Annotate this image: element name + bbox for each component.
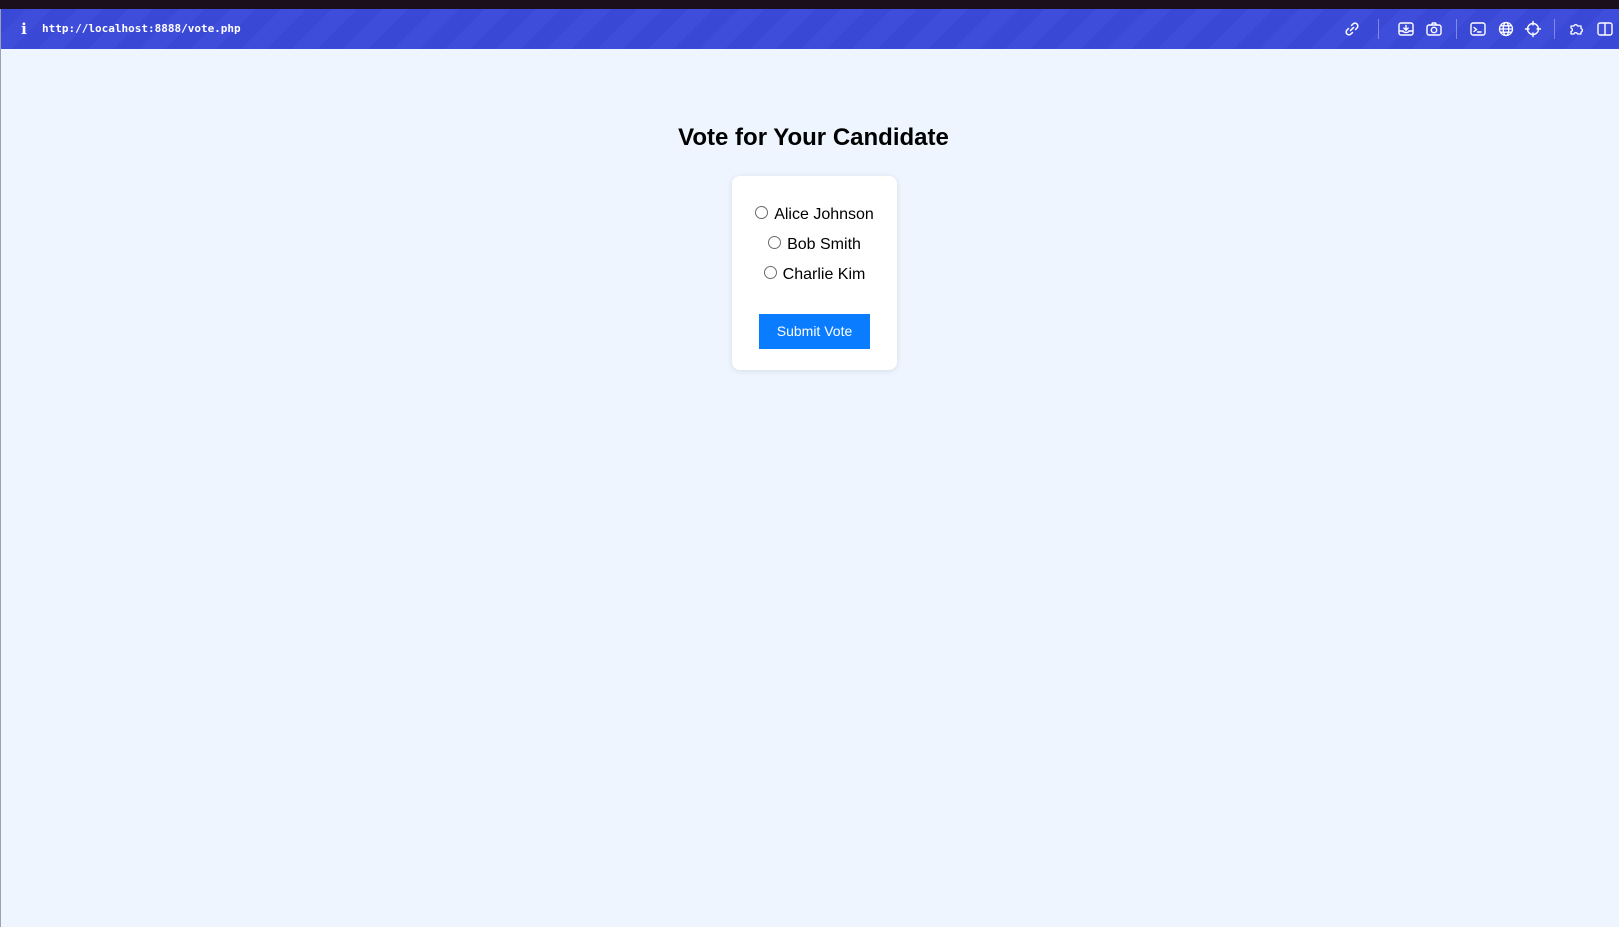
page-title: Vote for Your Candidate <box>678 124 949 151</box>
radio-button[interactable] <box>755 206 769 220</box>
extensions-icon[interactable] <box>1568 20 1586 38</box>
radio-button[interactable] <box>763 266 777 280</box>
address-bar-url[interactable]: http://localhost:8888/vote.php <box>42 21 241 37</box>
submit-vote-button[interactable]: Submit Vote <box>759 314 870 349</box>
browser-toolbar: i http://localhost:8888/vote.php <box>1 9 1619 49</box>
candidate-option-alice-johnson[interactable]: Alice Johnson <box>732 205 897 225</box>
candidate-option-bob-smith[interactable]: Bob Smith <box>732 235 897 255</box>
link-icon[interactable] <box>1343 20 1361 38</box>
candidate-option-charlie-kim[interactable]: Charlie Kim <box>732 265 897 285</box>
browser-window: i http://localhost:8888/vote.php Vote fo… <box>0 9 1619 927</box>
sidebar-icon[interactable] <box>1596 20 1614 38</box>
crosshair-icon[interactable] <box>1524 20 1542 38</box>
info-icon[interactable]: i <box>17 19 31 39</box>
page-content: Vote for Your Candidate Alice Johnson Bo… <box>1 49 1619 927</box>
toolbar-divider <box>1554 19 1555 39</box>
terminal-icon[interactable] <box>1469 20 1487 38</box>
vote-form: Alice Johnson Bob Smith Charlie Kim Subm… <box>732 176 897 370</box>
toolbar-divider <box>1456 19 1457 39</box>
camera-icon[interactable] <box>1425 20 1443 38</box>
toolbar-divider <box>1378 19 1379 39</box>
radio-button[interactable] <box>768 236 782 250</box>
candidate-label: Alice Johnson <box>774 206 874 223</box>
candidate-label: Charlie Kim <box>782 266 866 283</box>
globe-icon[interactable] <box>1497 20 1515 38</box>
save-page-icon[interactable] <box>1397 20 1415 38</box>
candidate-label: Bob Smith <box>787 236 861 253</box>
